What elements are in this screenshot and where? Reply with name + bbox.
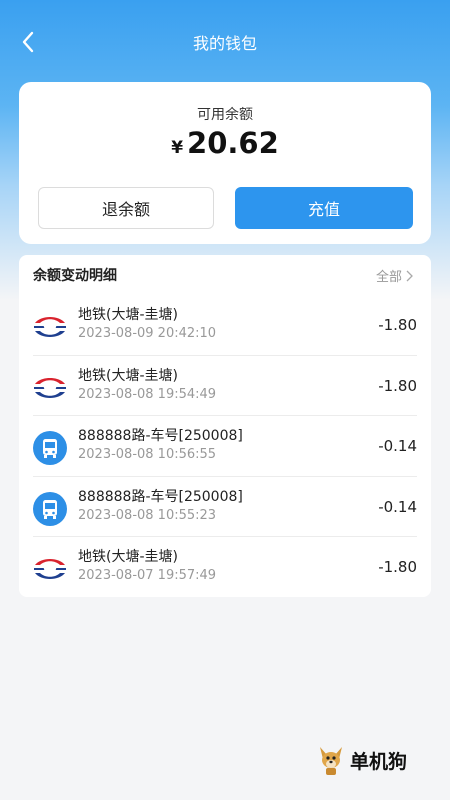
bus-icon — [33, 491, 67, 526]
transaction-amount: -1.80 — [378, 558, 417, 576]
metro-logo-icon — [33, 371, 67, 405]
transaction-time: 2023-08-07 19:57:49 — [78, 568, 217, 583]
transaction-time: 2023-08-08 10:56:55 — [78, 447, 217, 462]
transaction-time: 2023-08-08 10:55:23 — [78, 507, 217, 523]
balance-amount: ¥20.62 — [19, 126, 431, 160]
balance-label: 可用余额 — [197, 107, 253, 123]
metro-logo-icon — [33, 552, 67, 586]
transaction-row[interactable]: 地铁(大塘-圭塘) 2023-08-07 19:57:49 -1.80 — [19, 537, 431, 598]
transaction-title: 地铁(大塘-圭塘) — [78, 367, 178, 384]
transaction-amount: -1.80 — [378, 316, 417, 334]
chevron-right-icon — [406, 270, 413, 281]
transaction-amount: -0.14 — [378, 497, 417, 516]
app-header: 我的钱包 — [0, 20, 450, 64]
bus-icon — [33, 431, 67, 465]
back-button[interactable] — [14, 28, 42, 56]
transaction-amount: -0.14 — [378, 437, 417, 455]
transaction-title: 地铁(大塘-圭塘) — [78, 549, 178, 565]
watermark: 单机狗 — [316, 742, 407, 778]
transaction-row[interactable]: 888888路-车号[250008] 2023-08-08 10:56:55 -… — [19, 416, 431, 477]
transaction-row[interactable]: 888888路-车号[250008] 2023-08-08 10:55:23 -… — [19, 477, 431, 537]
balance-card: 可用余额 ¥20.62 退余额 充值 — [19, 82, 431, 244]
transaction-title: 888888路-车号[250008] — [78, 488, 243, 505]
recharge-button[interactable]: 充值 — [235, 187, 413, 229]
watermark-text: 单机狗 — [350, 750, 408, 773]
transaction-list: 地铁(大塘-圭塘) 2023-08-09 20:42:10 -1.80 地铁(大… — [19, 295, 431, 598]
chevron-left-icon — [22, 31, 34, 53]
currency-symbol: ¥ — [171, 138, 184, 158]
filter-all-label: 全部 — [375, 270, 402, 285]
transaction-title: 888888路-车号[250008] — [78, 428, 243, 444]
transaction-row[interactable]: 地铁(大塘-圭塘) 2023-08-09 20:42:10 -1.80 — [19, 295, 431, 356]
filter-all-link[interactable]: 全部 — [376, 266, 413, 285]
metro-logo-icon — [33, 310, 67, 344]
details-title: 余额变动明细 — [33, 268, 117, 284]
balance-details-card: 余额变动明细 全部 地铁(大塘-圭塘) 2023-08-09 20:42:10 … — [19, 255, 431, 597]
transaction-amount: -1.80 — [378, 376, 417, 395]
page-title: 我的钱包 — [192, 34, 257, 53]
transaction-title: 地铁(大塘-圭塘) — [78, 307, 178, 323]
transaction-row[interactable]: 地铁(大塘-圭塘) 2023-08-08 19:54:49 -1.80 — [19, 356, 431, 416]
transaction-time: 2023-08-09 20:42:10 — [78, 326, 217, 341]
refund-button[interactable]: 退余额 — [38, 187, 214, 229]
balance-value: 20.62 — [187, 126, 279, 160]
transaction-time: 2023-08-08 19:54:49 — [78, 386, 217, 402]
dog-mascot-icon — [320, 747, 342, 775]
